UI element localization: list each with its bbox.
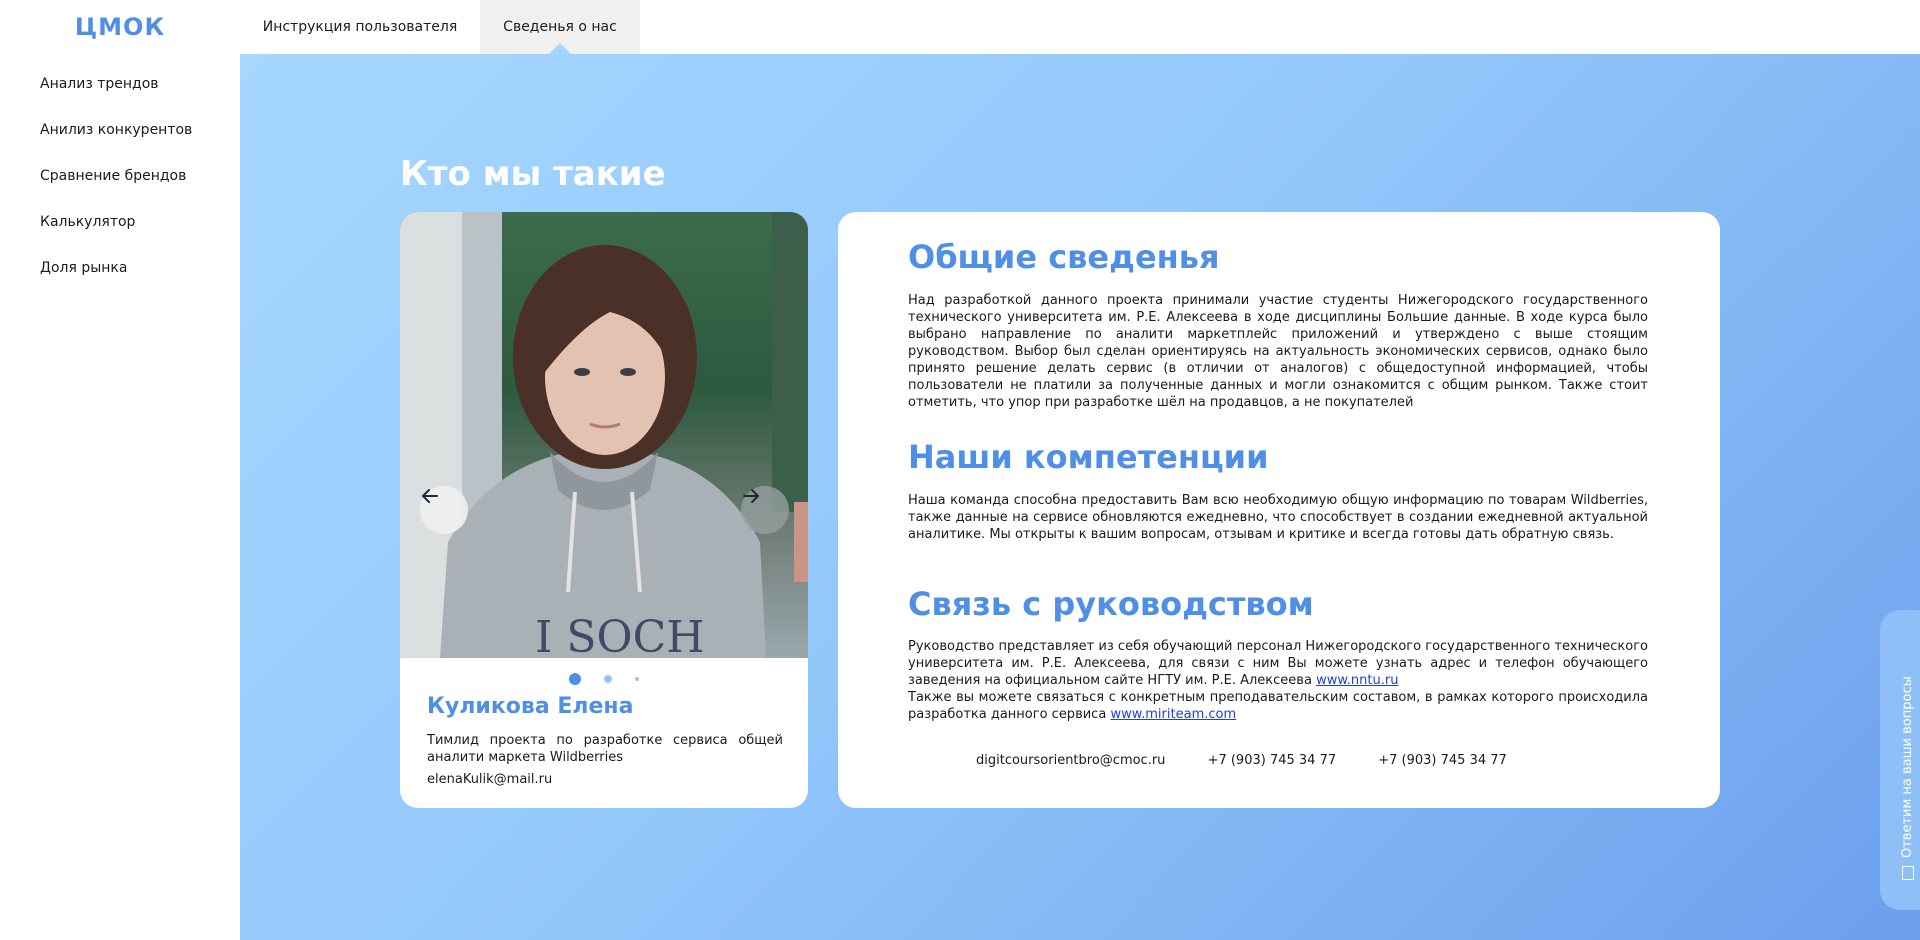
feedback-label-wrap: Ответим на ваши вопросы (1900, 676, 1915, 880)
sidebar-item-competitors[interactable]: Анилиз конкурентов (40, 118, 192, 164)
sidebar: ЦМОК Анализ трендов Анилиз конкурентов С… (0, 0, 240, 940)
management-contact-text-2: Также вы можете связаться с конкретным п… (908, 690, 1648, 722)
carousel-dot-3[interactable] (635, 676, 640, 681)
top-navigation: Инструкция пользователя Сведенья о нас (240, 0, 1920, 55)
management-contact-text: Руководство представляет из себя обучающ… (908, 638, 1648, 723)
general-info-text: Над разработкой данного проекта принимал… (908, 293, 1648, 410)
arrow-left-icon (422, 489, 438, 503)
feedback-side-tab[interactable]: Ответим на ваши вопросы (1880, 610, 1920, 910)
arrow-right-icon (743, 489, 759, 503)
feedback-label: Ответим на ваши вопросы (1900, 676, 1915, 858)
main-content: Кто мы такие I SOCH Куликова Елена Тимли… (240, 54, 1920, 940)
sidebar-item-trends[interactable]: Анализ трендов (40, 72, 192, 118)
sidebar-item-brands[interactable]: Сравнение брендов (40, 164, 192, 210)
sidebar-nav: Анализ трендов Анилиз конкурентов Сравне… (40, 72, 192, 302)
contact-email[interactable]: digitcoursorientbro@cmoc.ru (976, 753, 1165, 768)
team-member-role: Тимлид проекта по разработке сервиса общ… (427, 733, 783, 765)
competence-title: Наши компетенции (908, 438, 1269, 476)
tab-about-us[interactable]: Сведенья о нас (480, 0, 640, 55)
contact-phone-1[interactable]: +7 (903) 745 34 77 (1208, 753, 1337, 768)
contact-row: digitcoursorientbro@cmoc.ru +7 (903) 745… (976, 753, 1545, 768)
shirt-print-text: I SOCH (535, 612, 705, 658)
carousel-next-button[interactable] (741, 486, 789, 534)
contact-phone-2[interactable]: +7 (903) 745 34 77 (1378, 753, 1507, 768)
general-info-title: Общие сведенья (908, 238, 1220, 276)
team-member-photo: I SOCH (400, 212, 808, 658)
carousel-dots (400, 668, 808, 685)
team-member-email[interactable]: elenaKulik@mail.ru (427, 772, 552, 787)
logo[interactable]: ЦМОК (0, 0, 240, 54)
carousel-dot-2[interactable] (604, 674, 612, 683)
team-member-card: I SOCH Куликова Елена Тимлид проекта по … (400, 212, 808, 808)
management-contact-text-1: Руководство представляет из себя обучающ… (908, 639, 1648, 688)
management-contact-title: Связь с руководством (908, 585, 1314, 623)
tab-user-guide[interactable]: Инструкция пользователя (240, 0, 480, 54)
photo-illustration: I SOCH (400, 212, 808, 658)
about-info-panel: Общие сведенья Над разработкой данного п… (838, 212, 1720, 808)
mail-icon (1901, 866, 1914, 880)
page-title: Кто мы такие (400, 154, 666, 194)
sidebar-item-market-share[interactable]: Доля рынка (40, 256, 192, 302)
competence-text: Наша команда способна предоставить Вам в… (908, 493, 1648, 542)
carousel-dot-1[interactable] (568, 672, 581, 685)
nntu-link[interactable]: www.nntu.ru (1316, 673, 1398, 688)
team-member-name: Куликова Елена (427, 694, 634, 719)
miriteam-link[interactable]: www.miriteam.com (1110, 707, 1236, 722)
carousel-prev-button[interactable] (420, 486, 468, 534)
sidebar-item-calculator[interactable]: Калькулятор (40, 210, 192, 256)
